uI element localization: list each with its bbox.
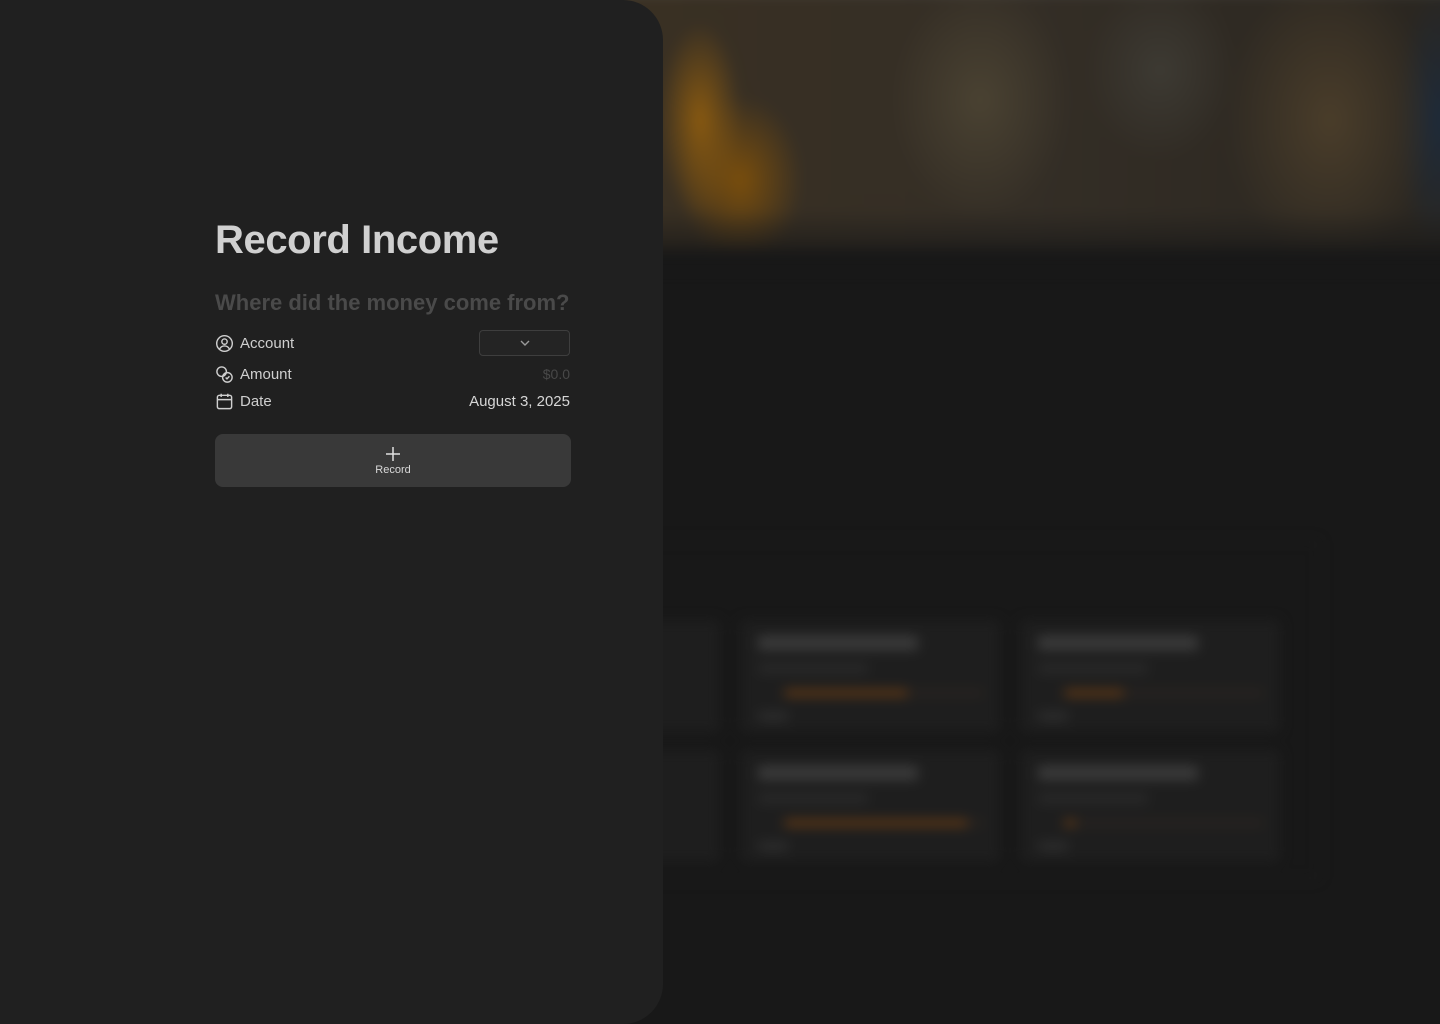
chevron-down-icon: [518, 336, 532, 350]
background-card-progress: [784, 690, 908, 696]
amount-input[interactable]: $0.0: [543, 366, 570, 382]
coins-icon: [215, 365, 234, 384]
user-circle-icon: [215, 334, 234, 353]
background-card: [740, 750, 1000, 862]
record-income-panel: Record Income Where did the money come f…: [0, 0, 663, 1024]
page-subtitle: Where did the money come from?: [215, 290, 570, 315]
property-label-account: Account: [240, 334, 295, 352]
property-date: Date August 3, 2025: [215, 389, 570, 413]
property-label-date: Date: [240, 392, 272, 410]
background-card-progress: [784, 820, 968, 826]
calendar-icon: [215, 392, 234, 411]
property-amount: Amount $0.0: [215, 362, 570, 386]
account-select[interactable]: [479, 330, 570, 356]
date-value[interactable]: August 3, 2025: [469, 393, 570, 410]
background-card: [1020, 620, 1280, 732]
background-card: [740, 620, 1000, 732]
record-button[interactable]: Record: [215, 434, 571, 487]
plus-icon: [384, 445, 402, 464]
property-label-amount: Amount: [240, 365, 292, 383]
property-account: Account: [215, 330, 570, 356]
background-card-progress: [1064, 690, 1124, 696]
background-card: [1020, 750, 1280, 862]
background-card-progress: [1064, 820, 1076, 826]
page-title: Record Income: [215, 218, 499, 262]
record-button-label: Record: [375, 464, 411, 476]
